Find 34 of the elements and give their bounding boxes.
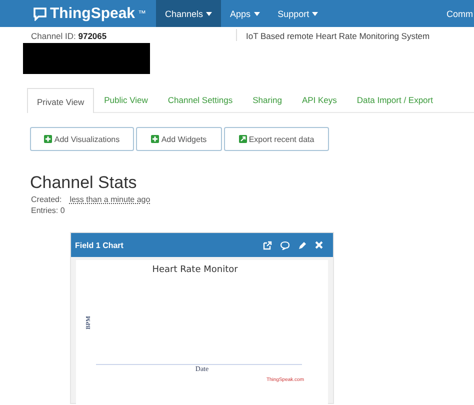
nav-link[interactable]: Comm [446, 8, 473, 18]
tab[interactable]: API Keys [292, 88, 347, 113]
trademark: ™ [138, 9, 146, 18]
created-time: less than a minute ago [70, 195, 150, 204]
panel-title: Field 1 Chart [75, 240, 124, 250]
comment-icon[interactable] [280, 240, 290, 250]
chat-bubble-icon [33, 6, 47, 20]
entries-count: Entries: 0 [31, 206, 66, 215]
created-label: Created: [31, 195, 62, 204]
action-button[interactable]: Add Widgets [136, 127, 222, 151]
caret-icon [206, 12, 212, 16]
nav-menu[interactable]: Apps [221, 0, 269, 27]
caret-icon [254, 12, 260, 16]
nav-menu[interactable]: Support [268, 0, 328, 27]
tab[interactable]: Channel Settings [158, 88, 243, 113]
channel-description: IoT Based remote Heart Rate Monitoring System [236, 29, 430, 41]
plus-icon [44, 135, 52, 143]
chart-title: Heart Rate Monitor [151, 265, 239, 275]
tab[interactable]: Sharing [242, 88, 292, 113]
action-button[interactable]: Add Visualizations [30, 127, 134, 151]
tab[interactable]: Data Import / Export [346, 88, 443, 113]
nav-menu[interactable]: Channels [156, 0, 222, 27]
channel-id: Channel ID: 972065 [31, 31, 108, 41]
caret-icon [312, 12, 318, 16]
plus-icon [151, 135, 160, 143]
tab[interactable]: Public View [94, 88, 158, 113]
action-button[interactable]: Export recent data [224, 127, 329, 151]
export-icon [238, 135, 247, 143]
tab[interactable]: Private View [27, 88, 94, 113]
brand-name[interactable]: ThingSpeak [50, 5, 136, 22]
close-icon[interactable] [315, 241, 323, 249]
pencil-icon[interactable] [298, 240, 307, 250]
external-link-icon[interactable] [263, 240, 272, 250]
section-title: Channel Stats [30, 173, 138, 193]
